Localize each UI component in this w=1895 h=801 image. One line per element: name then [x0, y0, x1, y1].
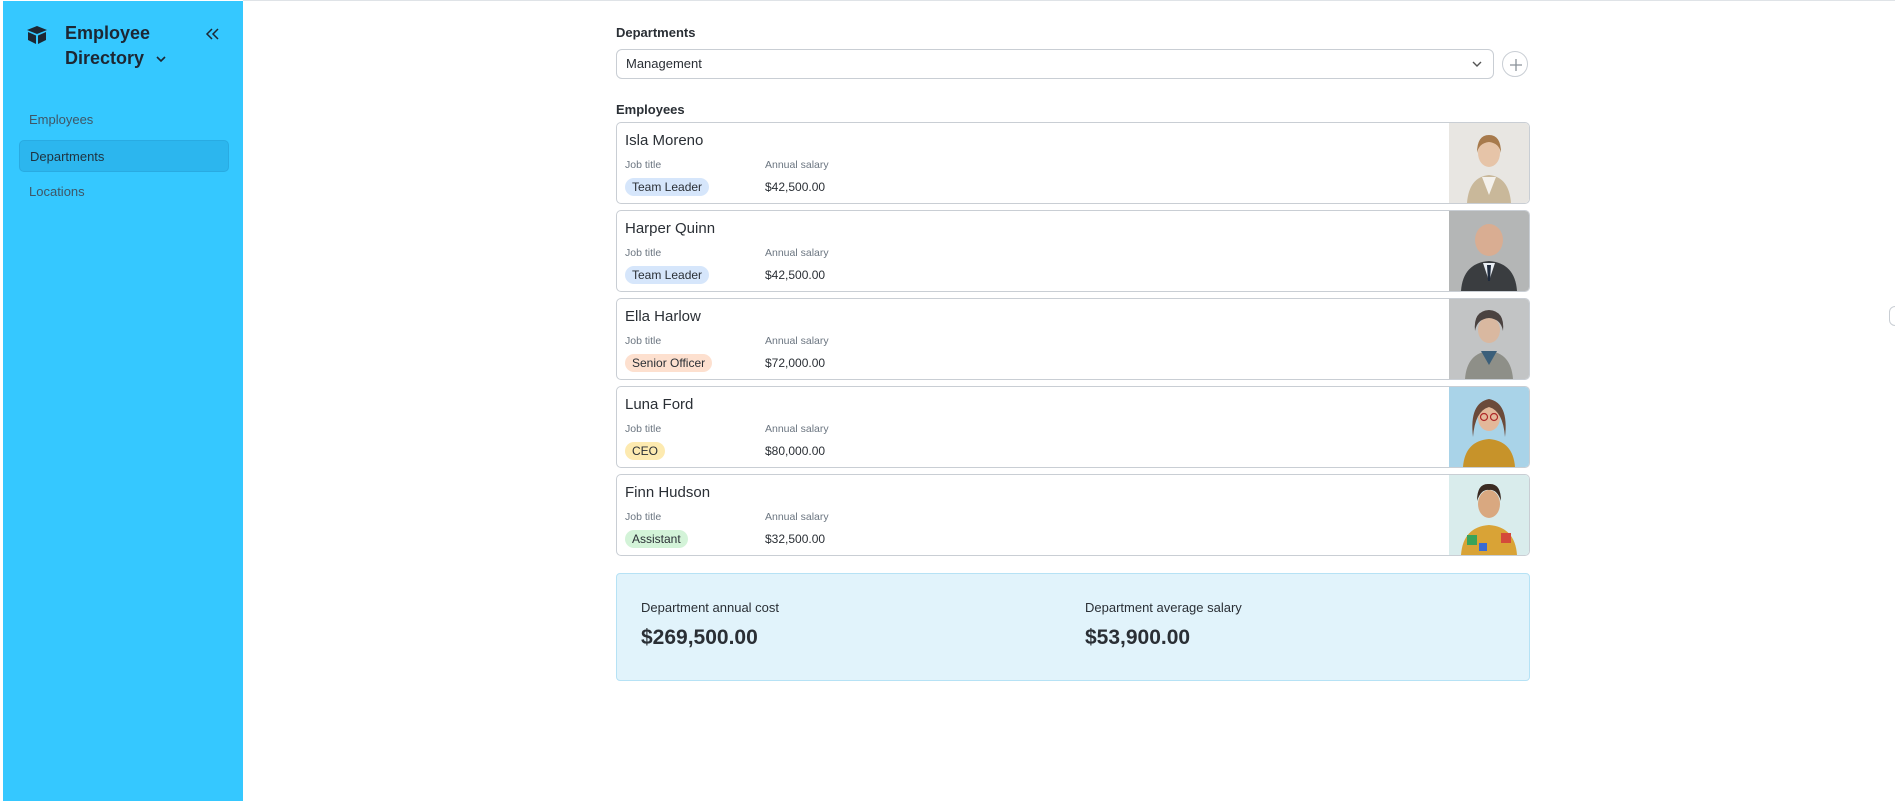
scroll-handle[interactable] — [1889, 306, 1895, 326]
average-salary-value: $53,900.00 — [1085, 626, 1191, 649]
department-select-row: Management — [616, 49, 1530, 79]
employee-name: Harper Quinn — [625, 220, 716, 237]
app-title: Employee Directory — [65, 21, 185, 71]
employee-photo — [1449, 299, 1529, 379]
annual-salary-label: Annual salary — [765, 247, 829, 259]
employee-list: Isla Moreno Job title Annual salary Team… — [616, 122, 1530, 556]
sidebar-item-label: Employees — [29, 112, 94, 127]
employee-photo — [1449, 387, 1529, 467]
sidebar: Employee Directory Employees Departments… — [3, 1, 243, 801]
annual-salary-value: $80,000.00 — [765, 444, 826, 458]
annual-salary-value: $32,500.00 — [765, 532, 826, 546]
job-title-badge: Assistant — [625, 530, 688, 548]
double-chevron-left-icon — [205, 28, 219, 40]
plus-icon — [1510, 59, 1522, 71]
chevron-down-icon — [156, 56, 166, 63]
job-title-badge: Team Leader — [625, 178, 710, 196]
employee-photo — [1449, 123, 1529, 203]
sidebar-item-employees[interactable]: Employees — [19, 104, 229, 136]
sidebar-item-label: Departments — [30, 149, 105, 164]
annual-salary-value: $72,000.00 — [765, 356, 826, 370]
job-title-badge: CEO — [625, 442, 666, 460]
job-title-label: Job title — [625, 511, 662, 523]
employee-name: Isla Moreno — [625, 132, 704, 149]
employee-name: Ella Harlow — [625, 308, 701, 325]
annual-salary-value: $42,500.00 — [765, 268, 826, 282]
job-title-label: Job title — [625, 247, 662, 259]
main-content: Departments Management Employees Isla Mo… — [616, 25, 1530, 681]
employee-card[interactable]: Ella Harlow Job title Annual salary Seni… — [616, 298, 1530, 380]
job-title-badge: Team Leader — [625, 266, 710, 284]
sidebar-item-label: Locations — [29, 184, 85, 199]
department-summary: Department annual cost $269,500.00 Depar… — [616, 573, 1530, 681]
departments-label: Departments — [616, 25, 696, 40]
collapse-sidebar-button[interactable] — [201, 23, 223, 45]
annual-cost-value: $269,500.00 — [641, 626, 758, 649]
sidebar-item-departments[interactable]: Departments — [19, 140, 229, 172]
employee-name: Luna Ford — [625, 396, 694, 413]
employee-photo — [1449, 211, 1529, 291]
annual-salary-label: Annual salary — [765, 335, 829, 347]
app-switcher[interactable]: Employee Directory — [23, 21, 233, 73]
annual-salary-value: $42,500.00 — [765, 180, 826, 194]
job-title-label: Job title — [625, 423, 662, 435]
app-title-text: Employee Directory — [65, 23, 151, 68]
average-salary-label: Department average salary — [1085, 600, 1242, 615]
employee-card[interactable]: Isla Moreno Job title Annual salary Team… — [616, 122, 1530, 204]
department-select-value: Management — [626, 56, 702, 71]
employee-card[interactable]: Luna Ford Job title Annual salary CEO $8… — [616, 386, 1530, 468]
sidebar-item-locations[interactable]: Locations — [19, 176, 229, 208]
annual-salary-label: Annual salary — [765, 511, 829, 523]
employee-photo — [1449, 475, 1529, 555]
annual-salary-label: Annual salary — [765, 423, 829, 435]
job-title-badge: Senior Officer — [625, 354, 713, 372]
employees-label: Employees — [616, 102, 685, 117]
annual-cost-label: Department annual cost — [641, 600, 780, 615]
sidebar-nav: Employees Departments Locations — [19, 104, 229, 212]
app-window: Employee Directory Employees Departments… — [0, 0, 1895, 801]
cube-logo-icon — [27, 26, 47, 44]
job-title-label: Job title — [625, 335, 662, 347]
employee-card[interactable]: Harper Quinn Job title Annual salary Tea… — [616, 210, 1530, 292]
job-title-label: Job title — [625, 159, 662, 171]
employee-card[interactable]: Finn Hudson Job title Annual salary Assi… — [616, 474, 1530, 556]
department-select[interactable]: Management — [616, 49, 1494, 79]
add-department-button[interactable] — [1502, 51, 1528, 77]
chevron-down-icon — [1472, 61, 1482, 67]
top-divider — [243, 0, 1895, 1]
employee-name: Finn Hudson — [625, 484, 711, 501]
annual-salary-label: Annual salary — [765, 159, 829, 171]
